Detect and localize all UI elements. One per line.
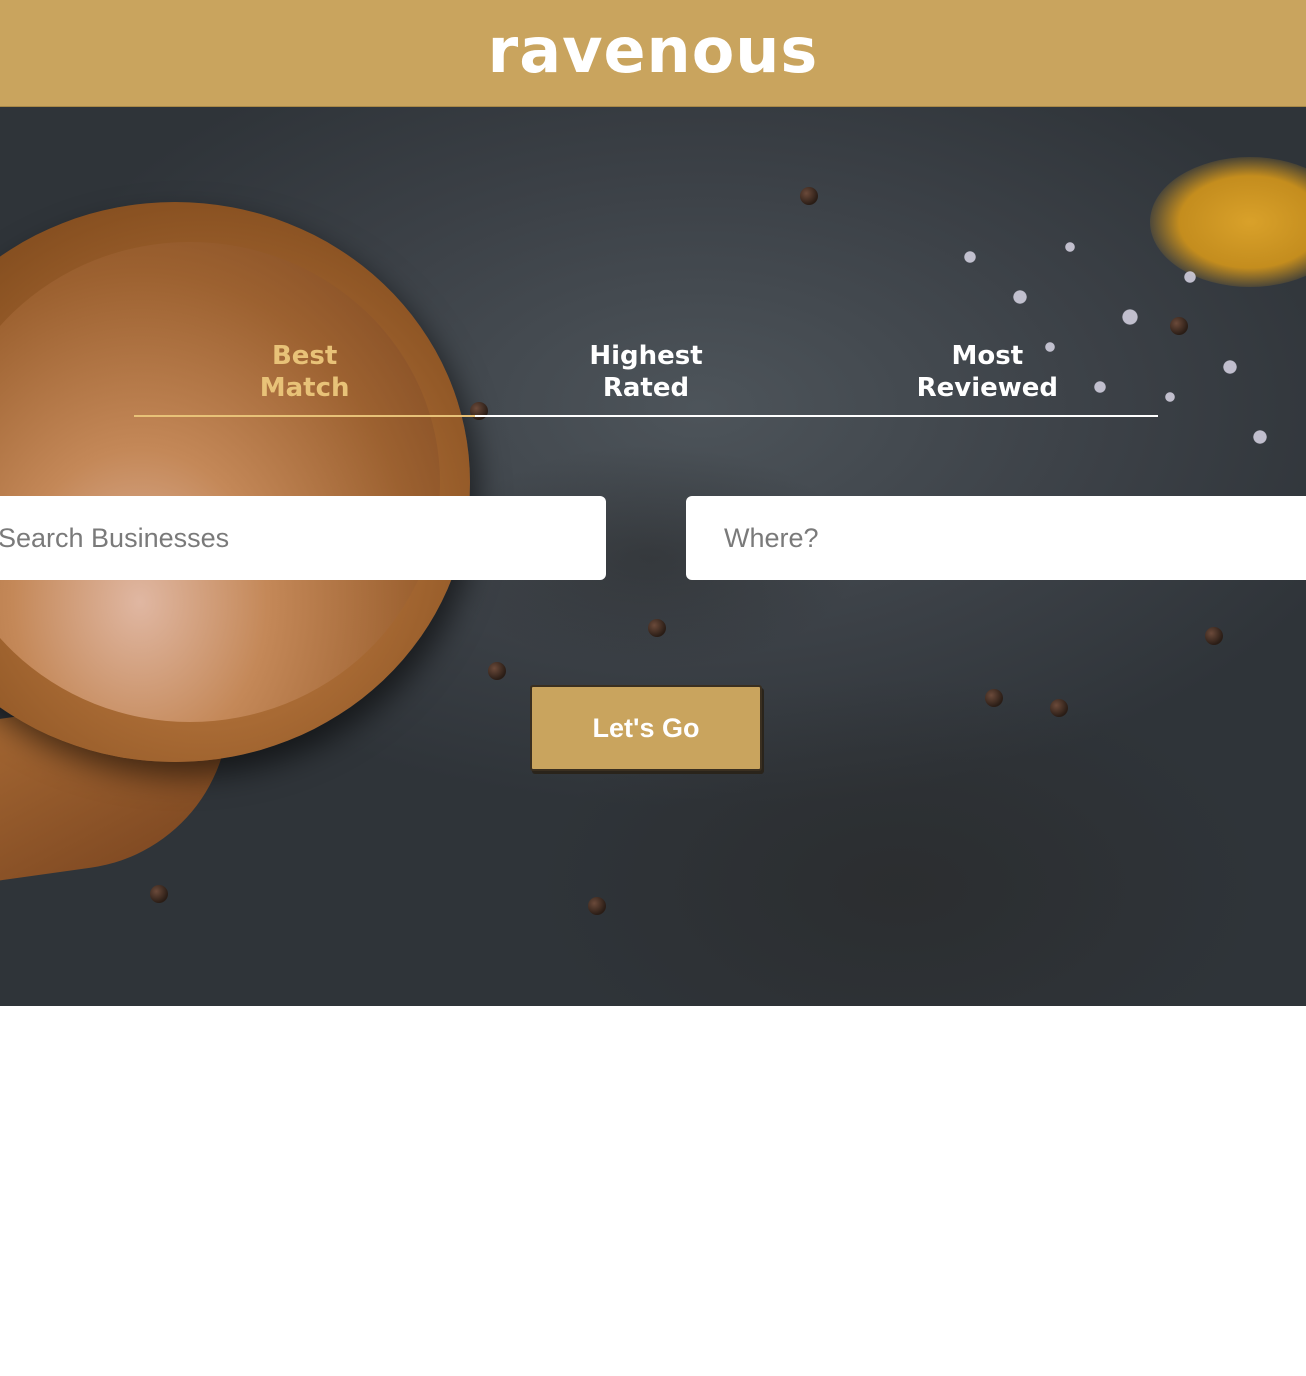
tab-highest-rated[interactable]: Highest Rated — [475, 337, 816, 415]
decor-peppercorn — [1205, 627, 1223, 645]
lets-go-button[interactable]: Let's Go — [530, 685, 762, 771]
decor-peppercorn — [1170, 317, 1188, 335]
decor-peppercorn — [985, 689, 1003, 707]
tab-most-reviewed[interactable]: Most Reviewed — [817, 337, 1158, 415]
decor-peppercorn — [588, 897, 606, 915]
decor-peppercorn — [648, 619, 666, 637]
location-search-input[interactable] — [686, 496, 1306, 580]
tab-best-match[interactable]: Best Match — [134, 337, 476, 417]
business-search-input[interactable] — [0, 496, 606, 580]
sort-options: Best Match Highest Rated Most Reviewed — [134, 337, 1158, 417]
decor-peppercorn — [800, 187, 818, 205]
app-header: ravenous — [0, 0, 1306, 107]
decor-peppercorn — [488, 662, 506, 680]
decor-peppercorn — [150, 885, 168, 903]
decor-peppercorn — [1050, 699, 1068, 717]
app-logo: ravenous — [487, 13, 819, 87]
hero-background: BestMatch HighestRated MostReviewed Let'… — [0, 107, 1306, 1006]
